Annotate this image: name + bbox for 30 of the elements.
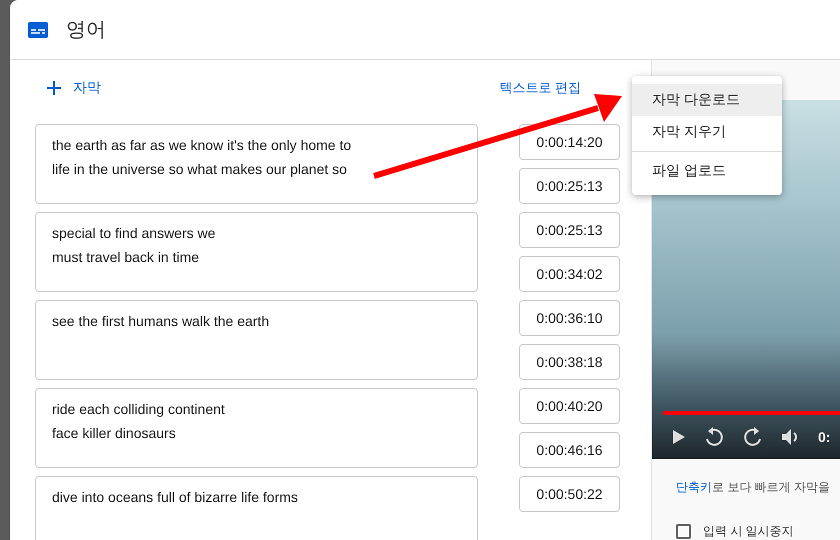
end-time-field[interactable]: 0:00:25:13 bbox=[519, 168, 620, 204]
start-time-field[interactable]: 0:00:50:22 bbox=[519, 476, 620, 512]
start-time-field[interactable]: 0:00:40:20 bbox=[519, 388, 620, 424]
caption-text-field[interactable]: special to find answers we must travel back in time bbox=[35, 212, 478, 292]
start-time-field[interactable]: 0:00:14:20 bbox=[519, 124, 620, 160]
checkbox[interactable] bbox=[676, 524, 691, 539]
play-icon[interactable] bbox=[672, 428, 686, 445]
shortcut-link[interactable]: 단축키 bbox=[676, 480, 712, 494]
subtitles-icon bbox=[28, 22, 48, 38]
menu-item[interactable]: 자막 다운로드 bbox=[632, 84, 782, 116]
caption-text-field[interactable]: the earth as far as we know it's the only home to life in the universe so what makes our planet so bbox=[35, 124, 478, 204]
end-time-field[interactable]: 0:00:46:16 bbox=[519, 432, 620, 468]
edit-as-text-link[interactable]: 텍스트로 편집 bbox=[499, 79, 581, 97]
start-time-field[interactable]: 0:00:36:10 bbox=[519, 300, 620, 336]
start-time-field[interactable]: 0:00:25:13 bbox=[519, 212, 620, 248]
menu-item[interactable]: 파일 업로드 bbox=[632, 155, 782, 187]
plus-icon bbox=[47, 81, 61, 95]
menu-item[interactable]: 자막 지우기 bbox=[632, 116, 782, 148]
end-time-field[interactable]: 0:00:34:02 bbox=[519, 256, 620, 292]
end-time-field[interactable]: 0:00:38:18 bbox=[519, 344, 620, 380]
add-caption-button[interactable]: 자막 bbox=[35, 79, 101, 97]
forward-10-icon[interactable] bbox=[742, 426, 764, 448]
caption-text-field[interactable]: ride each colliding continent face killer dinosaurs bbox=[35, 388, 478, 468]
caption-text-field[interactable]: see the first humans walk the earth bbox=[35, 300, 478, 380]
shortcut-hint: 단축키로 보다 빠르게 자막을 bbox=[675, 479, 832, 496]
rewind-10-icon[interactable] bbox=[703, 426, 725, 448]
caption-text-field[interactable]: dive into oceans full of bizarre life forms bbox=[35, 476, 478, 540]
checkbox-label: 입력 시 일시중지 bbox=[703, 523, 794, 540]
dialog-title: 영어 bbox=[66, 18, 106, 43]
time-display: 0: bbox=[818, 428, 830, 445]
